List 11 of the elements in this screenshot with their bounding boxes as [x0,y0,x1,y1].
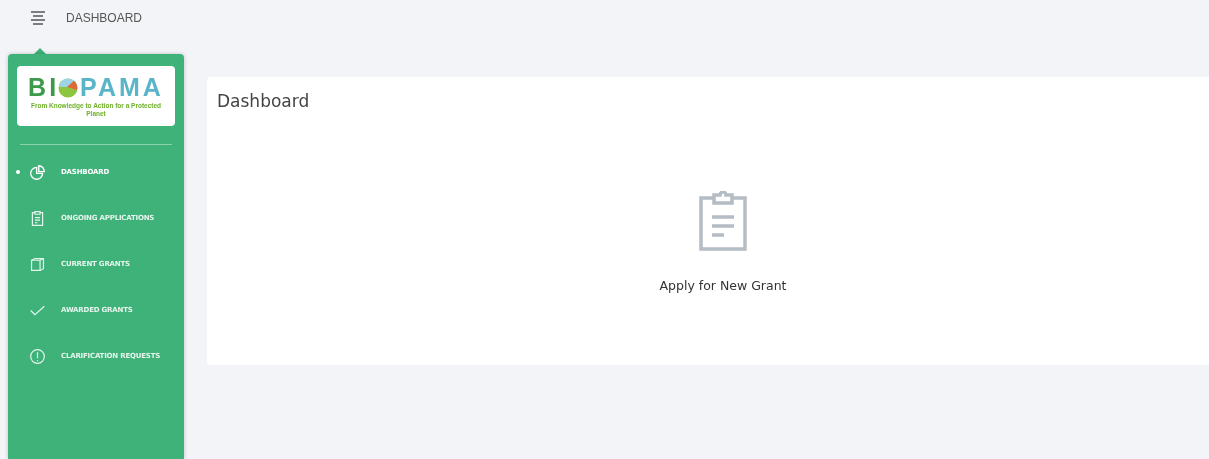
apply-link[interactable]: Apply for New Grant [653,277,793,294]
box-icon [29,255,46,273]
page-title: DASHBOARD [66,11,142,25]
alert-icon [29,347,46,365]
logo-text: BI [28,75,60,101]
menu-icon[interactable] [30,11,46,25]
clipboard-icon [29,209,46,227]
card-title: Dashboard [217,91,311,111]
clipboard-icon [699,191,747,251]
pie-chart-icon [29,163,46,181]
logo-text: PAMA [80,75,164,101]
